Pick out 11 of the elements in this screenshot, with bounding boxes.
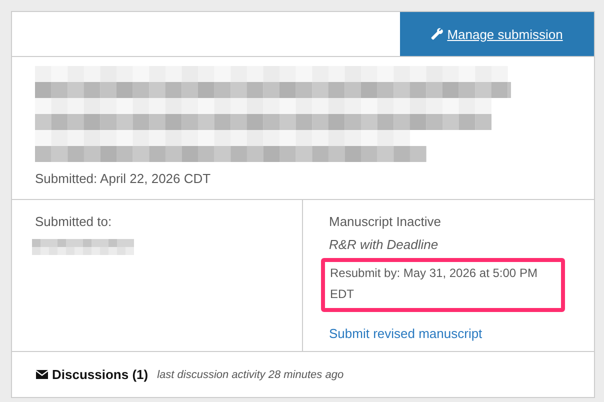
discussions-title: Discussions (1): [52, 367, 148, 382]
discussion-activity: last discussion activity 28 minutes ago: [157, 368, 344, 380]
wrench-icon: [431, 28, 444, 40]
resubmit-deadline: Resubmit by: May 31, 2026 at 5:00 PM EDT: [321, 258, 565, 312]
submitted-date: Submitted: April 22, 2026 CDT: [35, 170, 212, 188]
decision-text: R&R with Deadline: [329, 236, 438, 254]
submit-revised-link[interactable]: Submit revised manuscript: [329, 326, 482, 341]
manage-submission-button[interactable]: Manage submission: [400, 12, 594, 56]
envelope-icon: [36, 370, 48, 379]
status-text: Manuscript Inactive: [329, 213, 441, 231]
submitted-to-label: Submitted to:: [35, 213, 113, 231]
